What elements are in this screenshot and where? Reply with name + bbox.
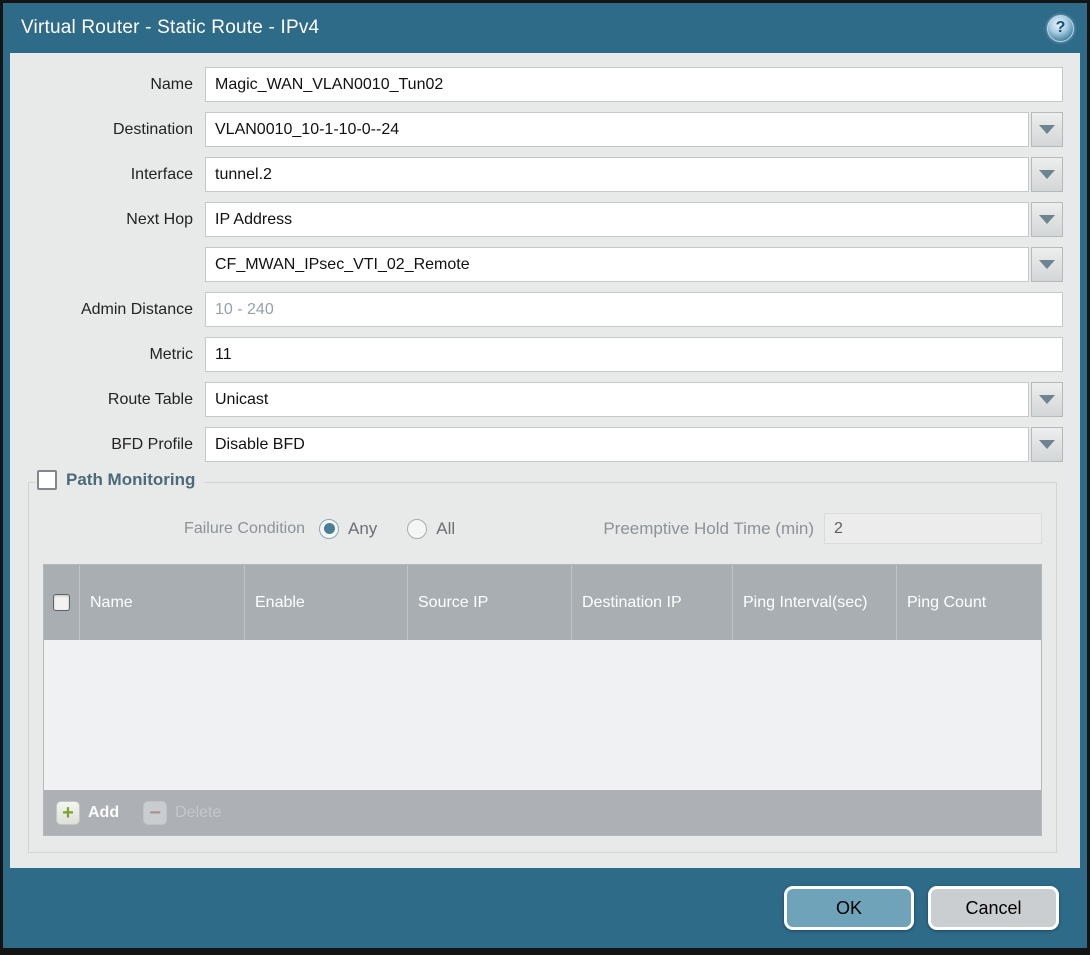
column-header-ping-count: Ping Count xyxy=(897,565,1041,640)
form-row-name: Name xyxy=(18,67,1063,102)
radio-all-icon[interactable] xyxy=(407,519,427,539)
add-button-label: Add xyxy=(88,804,119,822)
dialog-footer: OK Cancel xyxy=(3,868,1087,948)
route-table-dropdown-button[interactable] xyxy=(1031,382,1063,417)
chevron-down-icon xyxy=(1039,125,1055,134)
next-hop-address-dropdown-button[interactable] xyxy=(1031,247,1063,282)
cancel-button[interactable]: Cancel xyxy=(928,886,1059,930)
path-monitoring-checkbox[interactable] xyxy=(37,470,57,490)
column-header-ping-interval: Ping Interval(sec) xyxy=(733,565,897,640)
interface-label: Interface xyxy=(18,166,205,184)
name-label: Name xyxy=(18,76,205,94)
table-toolbar: + Add − Delete xyxy=(44,790,1041,835)
help-icon[interactable]: ? xyxy=(1047,15,1074,42)
static-route-dialog: Virtual Router - Static Route - IPv4 ? N… xyxy=(0,0,1090,955)
route-table-label: Route Table xyxy=(18,391,205,409)
bfd-profile-dropdown-button[interactable] xyxy=(1031,427,1063,462)
destination-dropdown-button[interactable] xyxy=(1031,112,1063,147)
table-header-select-all xyxy=(44,565,80,640)
form-row-destination: Destination xyxy=(18,112,1063,147)
route-table-input[interactable] xyxy=(205,382,1029,417)
select-all-checkbox[interactable] xyxy=(53,594,70,611)
minus-icon: − xyxy=(143,801,167,825)
table-body-empty xyxy=(44,640,1041,790)
destination-label: Destination xyxy=(18,121,205,139)
bfd-profile-label: BFD Profile xyxy=(18,436,205,454)
name-input[interactable] xyxy=(205,67,1063,102)
next-hop-label: Next Hop xyxy=(18,211,205,229)
path-monitoring-title: Path Monitoring xyxy=(66,470,195,490)
plus-icon: + xyxy=(56,801,80,825)
form-row-next-hop-value xyxy=(18,247,1063,282)
add-button[interactable]: + Add xyxy=(56,801,119,825)
preemptive-hold-group: Preemptive Hold Time (min) xyxy=(603,513,1042,544)
form-row-route-table: Route Table xyxy=(18,382,1063,417)
form-row-metric: Metric xyxy=(18,337,1063,372)
chevron-down-icon xyxy=(1039,440,1055,449)
failure-condition-label: Failure Condition xyxy=(43,520,305,538)
interface-dropdown-button[interactable] xyxy=(1031,157,1063,192)
form-row-next-hop: Next Hop xyxy=(18,202,1063,237)
next-hop-type-input[interactable] xyxy=(205,202,1029,237)
form-row-admin-distance: Admin Distance xyxy=(18,292,1063,327)
failure-condition-all-option[interactable]: All xyxy=(407,519,455,539)
admin-distance-label: Admin Distance xyxy=(18,301,205,319)
path-monitoring-section: Path Monitoring Failure Condition Any Al… xyxy=(28,482,1057,853)
form-row-interface: Interface xyxy=(18,157,1063,192)
column-header-name: Name xyxy=(80,565,245,640)
form-row-bfd-profile: BFD Profile xyxy=(18,427,1063,462)
path-monitoring-table: Name Enable Source IP Destination IP Pin… xyxy=(43,564,1042,836)
metric-input[interactable] xyxy=(205,337,1063,372)
next-hop-type-dropdown-button[interactable] xyxy=(1031,202,1063,237)
admin-distance-input[interactable] xyxy=(205,292,1063,327)
interface-input[interactable] xyxy=(205,157,1029,192)
destination-input[interactable] xyxy=(205,112,1029,147)
chevron-down-icon xyxy=(1039,215,1055,224)
radio-any-icon[interactable] xyxy=(319,519,339,539)
delete-button-label: Delete xyxy=(175,804,221,822)
dialog-body: Name Destination Interface Next Hop xyxy=(10,53,1080,868)
failure-condition-any-option[interactable]: Any xyxy=(319,519,377,539)
column-header-destination-ip: Destination IP xyxy=(572,565,733,640)
radio-all-label: All xyxy=(436,519,455,539)
preemptive-hold-label: Preemptive Hold Time (min) xyxy=(603,519,814,539)
preemptive-hold-input[interactable] xyxy=(824,513,1042,544)
radio-any-label: Any xyxy=(348,519,377,539)
chevron-down-icon xyxy=(1039,395,1055,404)
failure-condition-row: Failure Condition Any All Preemptive Hol… xyxy=(43,513,1042,544)
dialog-titlebar: Virtual Router - Static Route - IPv4 ? xyxy=(3,3,1087,53)
bfd-profile-input[interactable] xyxy=(205,427,1029,462)
chevron-down-icon xyxy=(1039,260,1055,269)
dialog-title: Virtual Router - Static Route - IPv4 xyxy=(21,17,1047,39)
path-monitoring-legend: Path Monitoring xyxy=(35,470,205,490)
metric-label: Metric xyxy=(18,346,205,364)
next-hop-address-input[interactable] xyxy=(205,247,1029,282)
ok-button[interactable]: OK xyxy=(784,886,914,930)
column-header-enable: Enable xyxy=(245,565,408,640)
chevron-down-icon xyxy=(1039,170,1055,179)
table-header-row: Name Enable Source IP Destination IP Pin… xyxy=(44,565,1041,640)
column-header-source-ip: Source IP xyxy=(408,565,572,640)
delete-button[interactable]: − Delete xyxy=(143,801,221,825)
